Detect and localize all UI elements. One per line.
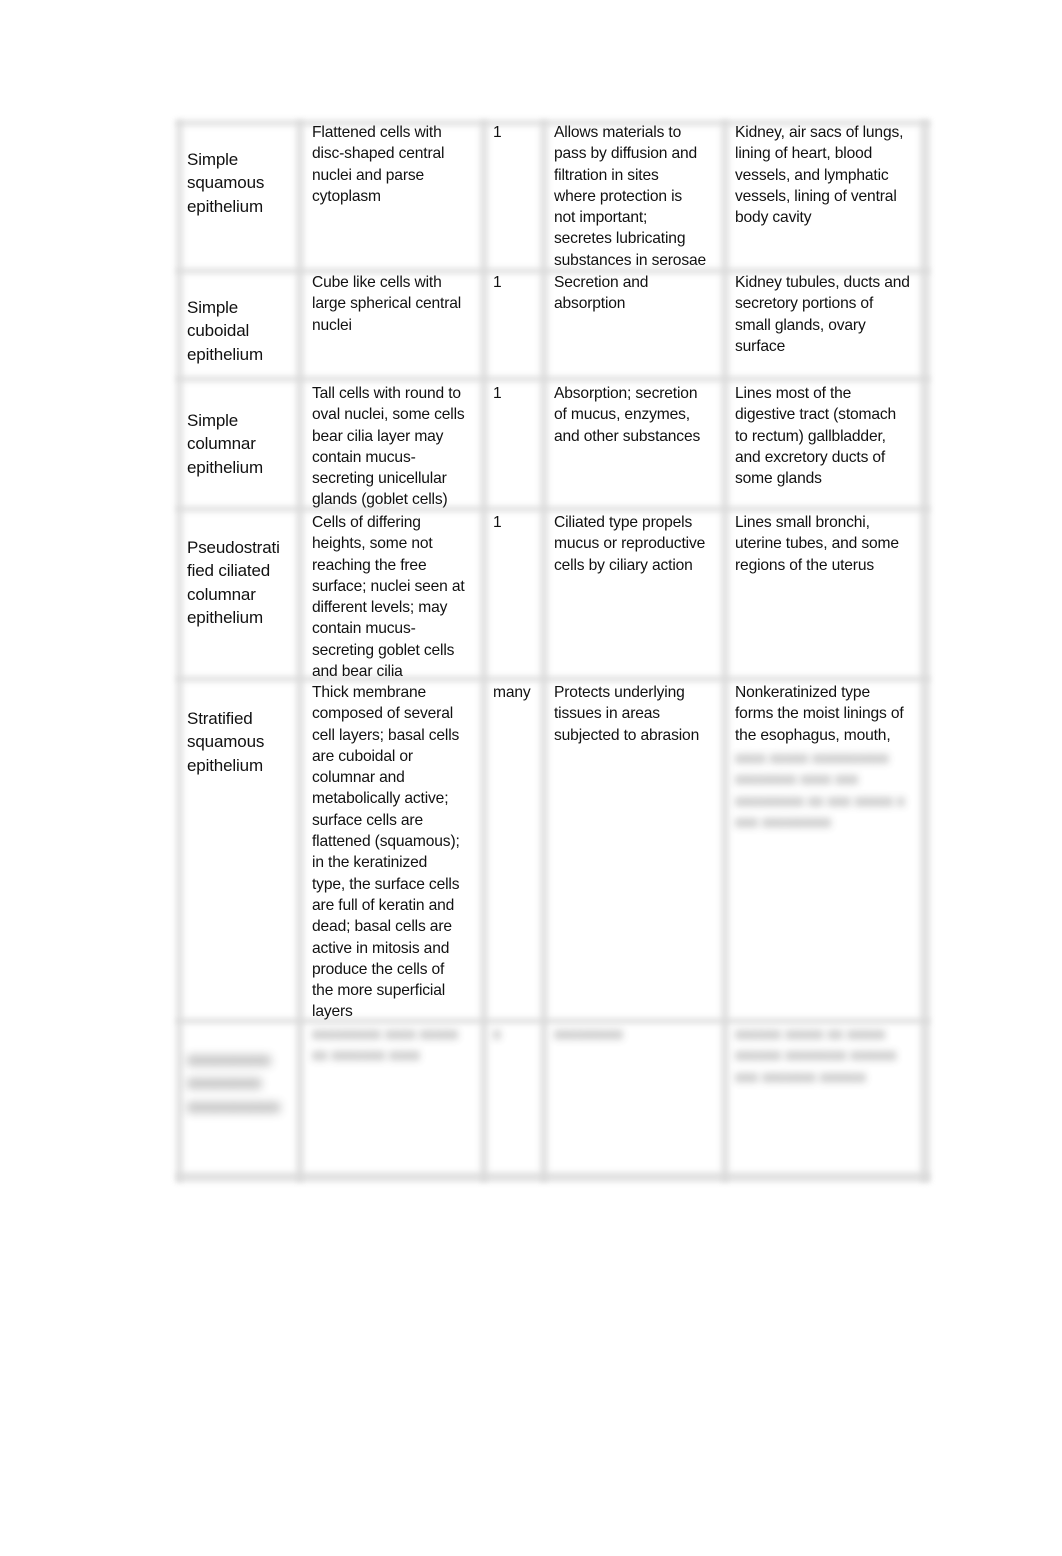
layers-cell: x xyxy=(493,1026,501,1043)
function-cell: Secretion and absorption xyxy=(554,274,649,313)
function-cell: Allows materials to pass by diffusion an… xyxy=(554,124,707,269)
description-cell: Thick membrane composed of several cell … xyxy=(312,684,460,1021)
description-cell: Tall cells with round to oval nuclei, so… xyxy=(312,385,465,509)
row-divider xyxy=(176,376,930,382)
tissue-name-cell: Simple cuboidal epithelium xyxy=(187,298,263,364)
description-cell: Cube like cells with large spherical cen… xyxy=(312,274,462,334)
table-border-left xyxy=(176,120,183,1182)
layers-cell: 1 xyxy=(493,124,502,141)
location-cell: xxxxxx xxxxx xx xxxxx xxxxxx xxxxxxxx xx… xyxy=(735,1026,897,1086)
description-cell: xxxxxxxxx xxxx xxxxx xx xxxxxxx xxxx xyxy=(312,1026,459,1065)
function-cell: Absorption; secretion of mucus, enzymes,… xyxy=(554,385,701,445)
tissue-name-cell: xxxxxxxxx xxxxxxxx xxxxxxxxxx xyxy=(187,1050,281,1116)
layers-cell: 1 xyxy=(493,274,502,291)
obscured-location-text: xxxx xxxxx xxxxxxxxxx xxxxxxxx xxxx xxx … xyxy=(735,750,905,831)
column-divider xyxy=(296,120,304,1182)
description-cell: Flattened cells with disc-shaped central… xyxy=(312,124,445,205)
column-divider xyxy=(480,120,488,1182)
tissue-name-cell: Stratified squamous epithelium xyxy=(187,709,265,775)
description-cell: Cells of differing heights, some not rea… xyxy=(312,514,465,681)
layers-cell: many xyxy=(493,684,531,701)
table-border-right xyxy=(920,120,930,1182)
document-page: Simple squamous epithelium Flattened cel… xyxy=(0,0,1062,1556)
location-cell: Nonkeratinized type forms the moist lini… xyxy=(735,684,904,744)
location-cell: Lines small bronchi, uterine tubes, and … xyxy=(735,514,899,574)
function-cell: xxxxxxxxx xyxy=(554,1026,623,1043)
layers-cell: 1 xyxy=(493,514,502,531)
function-cell: Protects underlying tissues in areas sub… xyxy=(554,684,700,744)
function-cell: Ciliated type propels mucus or reproduct… xyxy=(554,514,706,574)
location-cell: Kidney, air sacs of lungs, lining of hea… xyxy=(735,124,904,227)
location-cell: Kidney tubules, ducts and secretory port… xyxy=(735,274,910,355)
tissue-name-cell: Simple columnar epithelium xyxy=(187,411,263,477)
table-border-bottom xyxy=(176,1172,930,1182)
location-cell: Lines most of the digestive tract (stoma… xyxy=(735,385,897,488)
tissue-name-cell: Pseudostrati fied ciliated columnar epit… xyxy=(187,538,280,628)
layers-cell: 1 xyxy=(493,385,502,402)
tissue-name-cell: Simple squamous epithelium xyxy=(187,150,265,216)
